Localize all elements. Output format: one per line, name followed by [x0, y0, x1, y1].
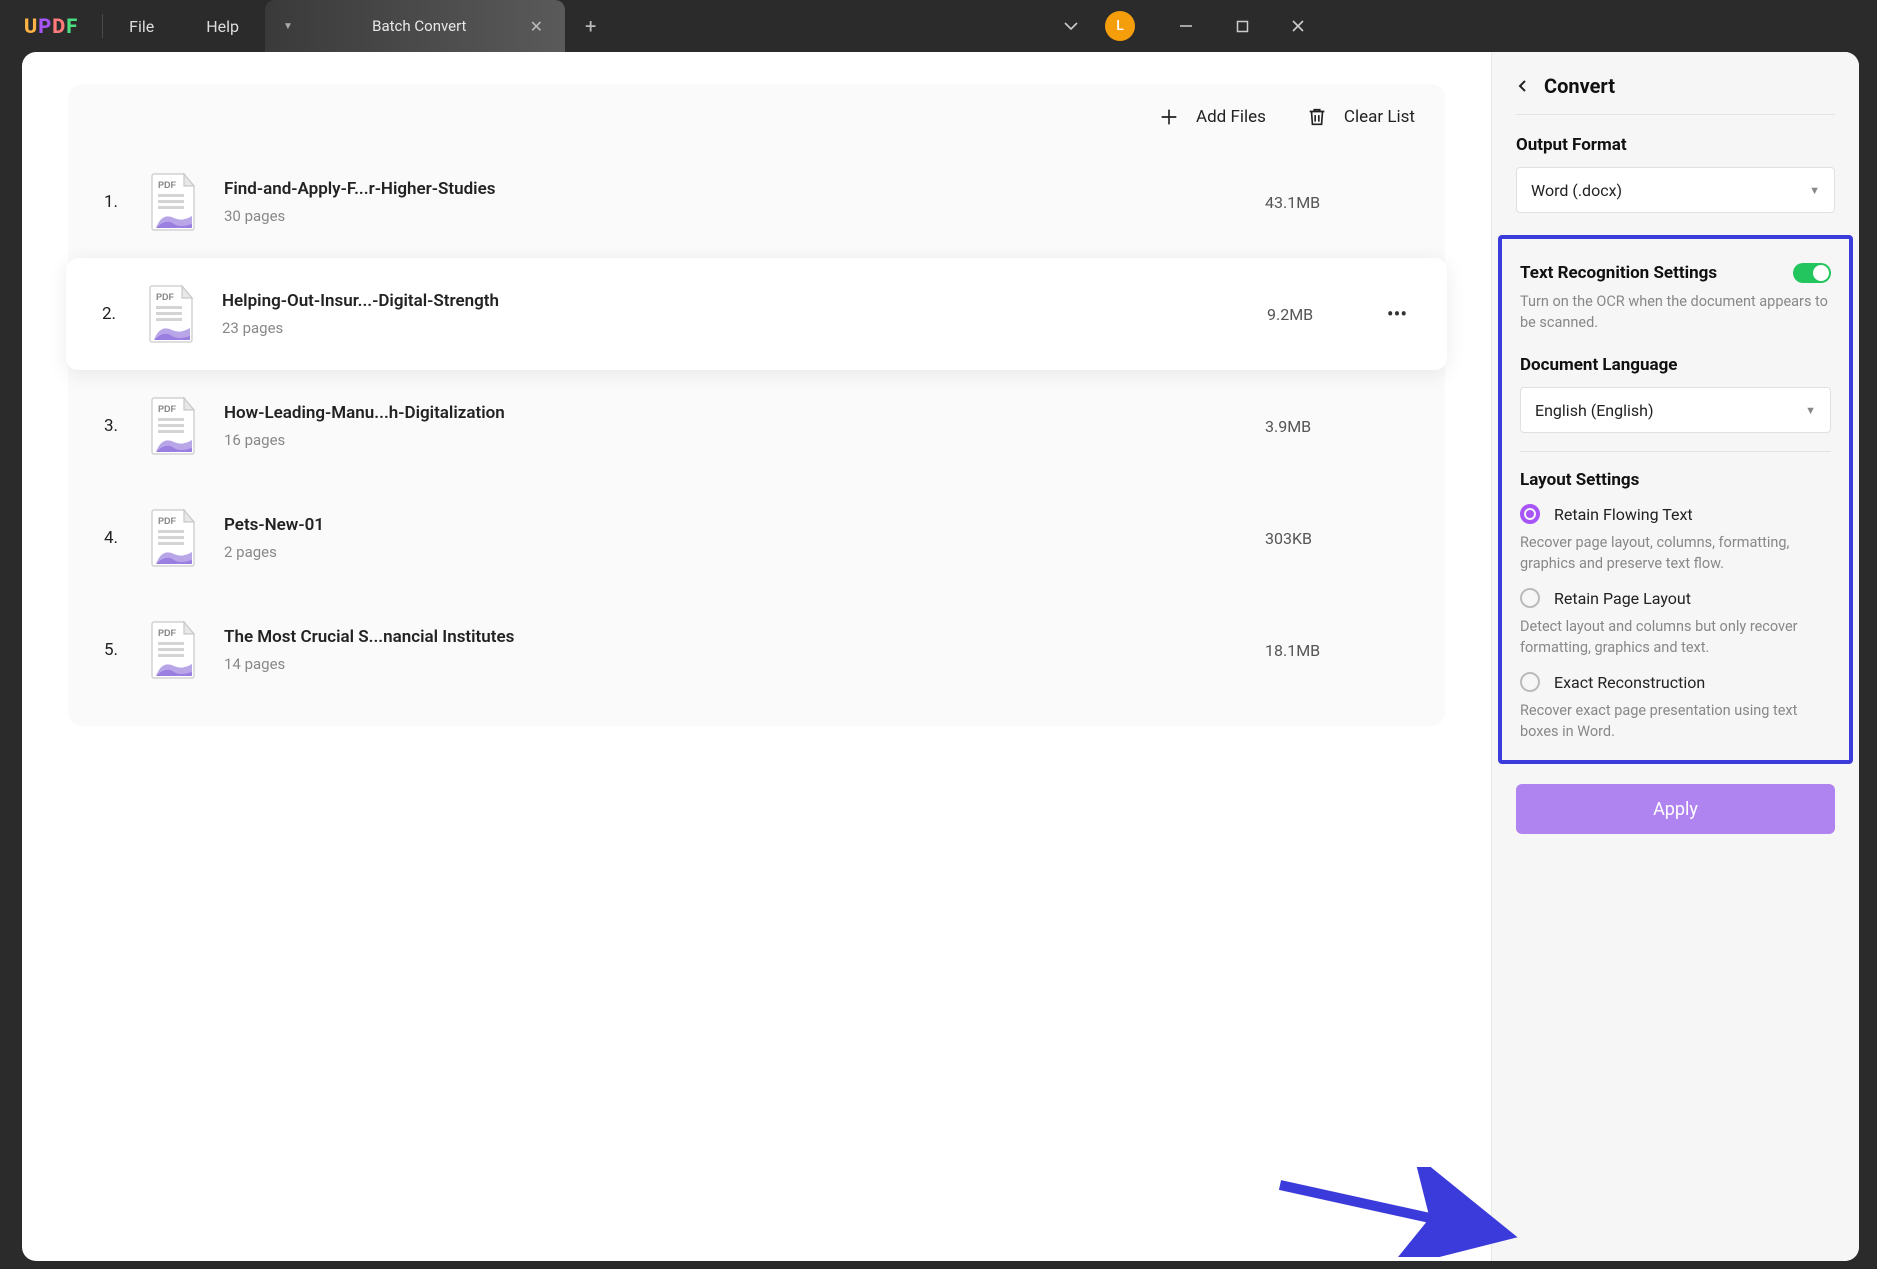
document-language-select[interactable]: English (English) ▼: [1520, 387, 1831, 433]
more-options-icon[interactable]: •••: [1377, 302, 1417, 326]
apply-button[interactable]: Apply: [1516, 784, 1835, 834]
ocr-settings-highlight: Text Recognition Settings Turn on the OC…: [1498, 235, 1853, 764]
pdf-file-icon: [148, 396, 200, 456]
row-index: 1.: [104, 192, 128, 212]
file-size: 43.1MB: [1265, 193, 1375, 212]
file-name: Pets-New-01: [224, 515, 1265, 535]
output-format-value: Word (.docx): [1531, 181, 1622, 200]
maximize-button[interactable]: [1214, 0, 1270, 52]
output-format-label: Output Format: [1516, 135, 1835, 155]
file-pages: 23 pages: [222, 319, 1267, 337]
panel-title: Convert: [1544, 74, 1615, 98]
output-format-select[interactable]: Word (.docx) ▼: [1516, 167, 1835, 213]
layout-option[interactable]: Exact Reconstruction: [1520, 672, 1831, 692]
title-bar: UPDF File Help ▼ Batch Convert ✕ + L: [0, 0, 1326, 52]
plus-icon: [1158, 106, 1180, 128]
row-index: 2.: [102, 304, 126, 324]
chevron-down-icon: ▼: [1809, 184, 1820, 197]
file-row[interactable]: 4. Pets-New-01 2 pages 303KB •••: [68, 482, 1445, 594]
tab-dropdown-icon[interactable]: ▼: [283, 21, 293, 32]
document-language-value: English (English): [1535, 401, 1654, 420]
row-index: 5.: [104, 640, 128, 660]
ocr-title: Text Recognition Settings: [1520, 263, 1717, 283]
file-row[interactable]: 2. Helping-Out-Insur...-Digital-Strength…: [66, 258, 1447, 370]
file-pages: 14 pages: [224, 655, 1265, 673]
menu-file[interactable]: File: [103, 0, 180, 52]
layout-option-desc: Detect layout and columns but only recov…: [1520, 616, 1831, 658]
add-files-label: Add Files: [1196, 107, 1266, 127]
tab-batch-convert[interactable]: ▼ Batch Convert ✕: [265, 0, 565, 52]
tab-title: Batch Convert: [313, 17, 526, 35]
clear-list-button[interactable]: Clear List: [1306, 106, 1415, 128]
trash-icon: [1306, 106, 1328, 128]
file-size: 9.2MB: [1267, 305, 1377, 324]
file-row[interactable]: 3. How-Leading-Manu...h-Digitalization 1…: [68, 370, 1445, 482]
layout-option[interactable]: Retain Flowing Text: [1520, 504, 1831, 524]
chevron-down-icon[interactable]: [1043, 0, 1099, 52]
back-button[interactable]: [1516, 74, 1530, 98]
pdf-file-icon: [148, 172, 200, 232]
row-index: 4.: [104, 528, 128, 548]
layout-option-desc: Recover exact page presentation using te…: [1520, 700, 1831, 742]
user-avatar[interactable]: L: [1099, 11, 1141, 41]
chevron-down-icon: ▼: [1805, 404, 1816, 417]
file-size: 18.1MB: [1265, 641, 1375, 660]
apply-label: Apply: [1653, 799, 1698, 820]
file-name: How-Leading-Manu...h-Digitalization: [224, 403, 1265, 423]
layout-option-label: Retain Page Layout: [1554, 589, 1691, 608]
file-pages: 16 pages: [224, 431, 1265, 449]
file-panel: Add Files Clear List 1. Find-and-Apply-F…: [22, 52, 1491, 1261]
file-row[interactable]: 5. The Most Crucial S...nancial Institut…: [68, 594, 1445, 706]
file-list: 1. Find-and-Apply-F...r-Higher-Studies 3…: [68, 136, 1445, 726]
pdf-file-icon: [148, 620, 200, 680]
close-icon[interactable]: ✕: [526, 13, 547, 40]
layout-settings-label: Layout Settings: [1520, 470, 1831, 490]
close-window-button[interactable]: [1270, 0, 1326, 52]
layout-option-label: Exact Reconstruction: [1554, 673, 1705, 692]
workspace: Add Files Clear List 1. Find-and-Apply-F…: [22, 52, 1859, 1261]
pdf-file-icon: [146, 284, 198, 344]
minimize-button[interactable]: [1158, 0, 1214, 52]
app-logo: UPDF: [0, 0, 102, 52]
convert-panel: Convert Output Format Word (.docx) ▼ Tex…: [1491, 52, 1859, 1261]
file-size: 3.9MB: [1265, 417, 1375, 436]
file-name: Find-and-Apply-F...r-Higher-Studies: [224, 179, 1265, 199]
file-row[interactable]: 1. Find-and-Apply-F...r-Higher-Studies 3…: [68, 146, 1445, 258]
radio-icon: [1520, 588, 1540, 608]
menu-help[interactable]: Help: [180, 0, 265, 52]
add-files-button[interactable]: Add Files: [1158, 106, 1266, 128]
layout-option-label: Retain Flowing Text: [1554, 505, 1693, 524]
file-pages: 2 pages: [224, 543, 1265, 561]
row-index: 3.: [104, 416, 128, 436]
ocr-help-text: Turn on the OCR when the document appear…: [1520, 291, 1831, 333]
file-size: 303KB: [1265, 529, 1375, 548]
file-name: The Most Crucial S...nancial Institutes: [224, 627, 1265, 647]
ocr-toggle[interactable]: [1793, 263, 1831, 283]
document-language-label: Document Language: [1520, 355, 1831, 375]
clear-list-label: Clear List: [1344, 107, 1415, 127]
layout-option[interactable]: Retain Page Layout: [1520, 588, 1831, 608]
file-pages: 30 pages: [224, 207, 1265, 225]
radio-icon: [1520, 672, 1540, 692]
radio-icon: [1520, 504, 1540, 524]
layout-option-desc: Recover page layout, columns, formatting…: [1520, 532, 1831, 574]
file-name: Helping-Out-Insur...-Digital-Strength: [222, 291, 1267, 311]
pdf-file-icon: [148, 508, 200, 568]
new-tab-button[interactable]: +: [565, 0, 616, 52]
